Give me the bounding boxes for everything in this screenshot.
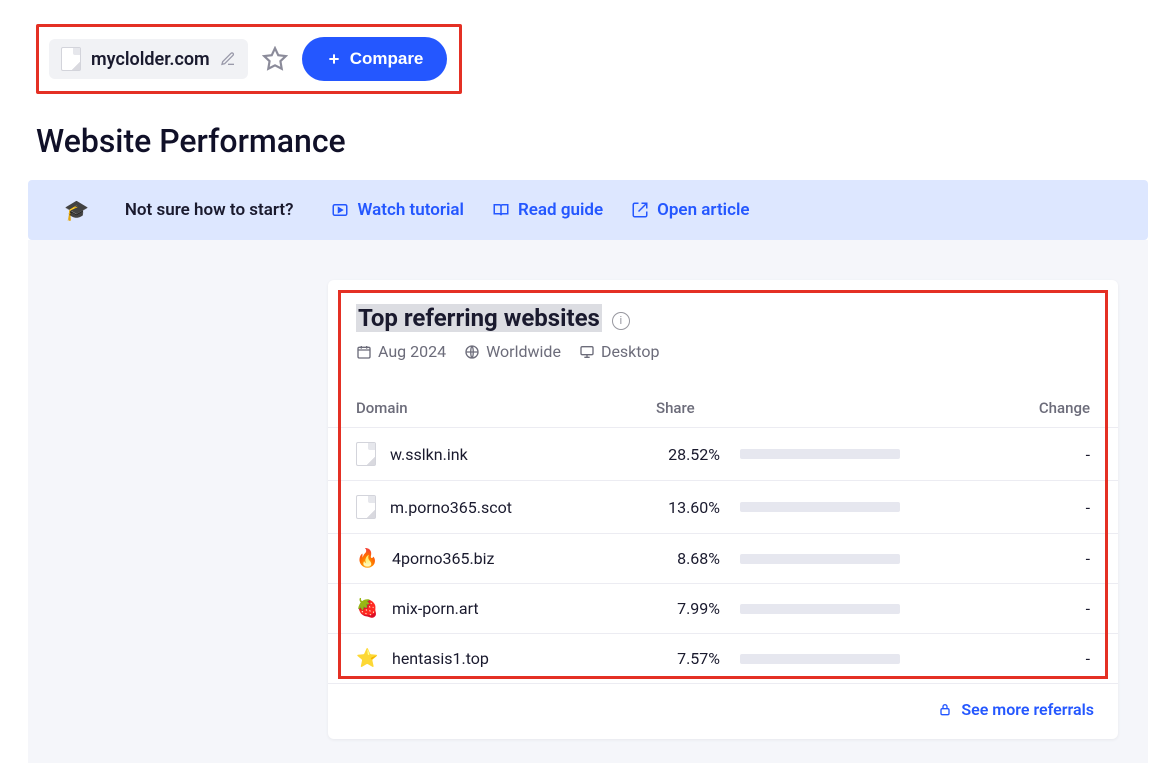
row-domain: w.sslkn.ink (390, 445, 468, 464)
table-row[interactable]: 🍓 mix-porn.art 7.99% - (328, 584, 1118, 634)
page-icon (356, 442, 376, 466)
row-domain: m.porno365.scot (390, 498, 512, 517)
card-meta: Aug 2024 Worldwide Desktop (356, 342, 1090, 361)
col-domain: Domain (328, 389, 628, 428)
share-bar (740, 654, 900, 664)
row-change: - (1011, 584, 1118, 634)
open-article-label: Open article (657, 200, 749, 220)
help-prompt: Not sure how to start? (125, 200, 294, 220)
share-cell: 7.57% (656, 649, 983, 668)
compare-button[interactable]: Compare (302, 37, 448, 81)
see-more-label: See more referrals (961, 700, 1094, 719)
read-guide-label: Read guide (518, 200, 603, 220)
table-row[interactable]: ⭐ hentasis1.top 7.57% - (328, 634, 1118, 684)
info-icon[interactable]: i (612, 312, 630, 330)
share-bar (740, 502, 900, 512)
row-share: 8.68% (656, 549, 720, 568)
watch-tutorial-link[interactable]: Watch tutorial (331, 200, 463, 220)
watch-tutorial-label: Watch tutorial (357, 200, 463, 220)
row-share: 13.60% (656, 498, 720, 517)
domain-cell: ⭐ hentasis1.top (356, 648, 600, 669)
graduation-cap-icon: 🎓 (64, 198, 89, 222)
domain-name: myclolder.com (91, 49, 210, 70)
row-domain: mix-porn.art (392, 599, 479, 618)
content-area: Top referring websites i Aug 2024 Worldw… (28, 240, 1148, 763)
row-change: - (1011, 634, 1118, 684)
row-share: 28.52% (656, 445, 720, 464)
domain-cell: w.sslkn.ink (356, 442, 600, 466)
topbar: myclolder.com Compare (0, 0, 1176, 112)
col-change: Change (1011, 389, 1118, 428)
meta-region[interactable]: Worldwide (464, 342, 561, 361)
page-icon (61, 47, 81, 71)
open-article-link[interactable]: Open article (631, 200, 749, 220)
card-footer: See more referrals (328, 684, 1118, 739)
row-change: - (1011, 481, 1118, 534)
share-bar (740, 604, 900, 614)
help-banner: 🎓 Not sure how to start? Watch tutorial … (28, 180, 1148, 240)
card-title: Top referring websites (356, 304, 602, 332)
meta-device-label: Desktop (601, 342, 660, 361)
card-header: Top referring websites i Aug 2024 Worldw… (328, 280, 1118, 371)
read-guide-link[interactable]: Read guide (492, 200, 603, 220)
meta-date-label: Aug 2024 (378, 342, 446, 361)
see-more-referrals-link[interactable]: See more referrals (937, 700, 1094, 719)
share-cell: 28.52% (656, 445, 983, 464)
meta-region-label: Worldwide (486, 342, 561, 361)
meta-date[interactable]: Aug 2024 (356, 342, 446, 361)
table-row[interactable]: 🔥 4porno365.biz 8.68% - (328, 534, 1118, 584)
page-title: Website Performance (0, 112, 1176, 180)
referrals-card: Top referring websites i Aug 2024 Worldw… (328, 280, 1118, 739)
site-favicon: 🔥 (356, 548, 378, 569)
row-domain: hentasis1.top (392, 649, 489, 668)
domain-chip[interactable]: myclolder.com (49, 39, 248, 79)
row-domain: 4porno365.biz (392, 549, 495, 568)
share-bar (740, 449, 900, 459)
edit-icon[interactable] (220, 51, 236, 67)
row-change: - (1011, 534, 1118, 584)
row-change: - (1011, 428, 1118, 481)
share-bar (740, 554, 900, 564)
domain-cell: 🍓 mix-porn.art (356, 598, 600, 619)
col-share: Share (628, 389, 1011, 428)
annotation-top: myclolder.com Compare (36, 24, 462, 94)
referrals-table: Domain Share Change w.sslkn.ink28.52%-m.… (328, 389, 1118, 684)
favorite-star-icon[interactable] (262, 46, 288, 72)
share-cell: 7.99% (656, 599, 983, 618)
domain-cell: 🔥 4porno365.biz (356, 548, 600, 569)
table-row[interactable]: w.sslkn.ink 28.52% - (328, 428, 1118, 481)
site-favicon: 🍓 (356, 598, 378, 619)
meta-device[interactable]: Desktop (579, 342, 660, 361)
row-share: 7.99% (656, 599, 720, 618)
site-favicon: ⭐ (356, 648, 378, 669)
share-cell: 13.60% (656, 498, 983, 517)
table-row[interactable]: m.porno365.scot 13.60% - (328, 481, 1118, 534)
row-share: 7.57% (656, 649, 720, 668)
compare-label: Compare (350, 49, 424, 69)
page-icon (356, 495, 376, 519)
share-cell: 8.68% (656, 549, 983, 568)
domain-cell: m.porno365.scot (356, 495, 600, 519)
